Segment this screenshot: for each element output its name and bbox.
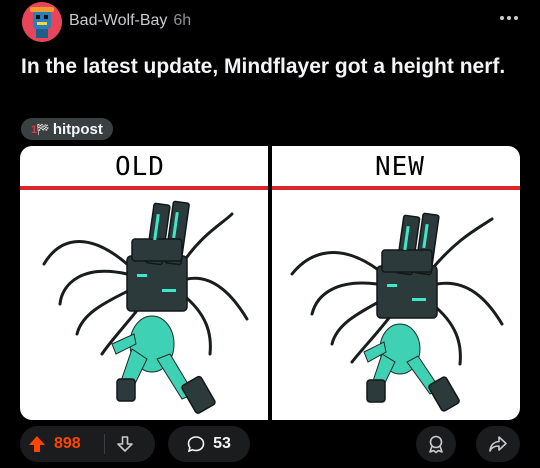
comments-button[interactable]: 53 [168, 426, 250, 462]
post-title[interactable]: In the latest update, Mindflayer got a h… [21, 52, 521, 81]
avatar-icon [22, 2, 62, 42]
mindflayer-new-figure [290, 212, 504, 412]
post-flair[interactable]: 1🏁 hitpost [21, 118, 113, 140]
new-label: NEW [375, 152, 425, 182]
award-button[interactable] [416, 426, 456, 462]
downvote-button[interactable] [105, 426, 145, 462]
vote-score: 898 [54, 435, 81, 452]
username-link[interactable]: Bad-Wolf-Bay [69, 12, 167, 29]
old-label: OLD [115, 152, 165, 182]
flair-emoji: 1🏁 [31, 123, 50, 136]
post-age: 6h [173, 12, 192, 29]
more-options-button[interactable] [496, 8, 522, 28]
downvote-arrow-icon [117, 436, 133, 452]
upvote-arrow-icon [29, 436, 45, 452]
post-meta: Bad-Wolf-Bay 6h [69, 12, 191, 30]
panel-divider [268, 146, 272, 420]
mindflayer-old-figure [42, 200, 249, 414]
comment-count: 53 [213, 435, 231, 452]
user-avatar[interactable] [22, 2, 62, 42]
post-action-bar: 898 53 [20, 426, 520, 462]
more-dot [507, 16, 511, 20]
flair-label: hitpost [52, 120, 103, 138]
share-arrow-icon [489, 436, 507, 452]
vote-controls: 898 [20, 426, 155, 462]
more-dots-icon [500, 16, 504, 20]
post-header: Bad-Wolf-Bay 6h [14, 0, 530, 42]
award-icon [429, 435, 443, 454]
upvote-button[interactable] [20, 426, 54, 462]
post-image[interactable]: OLD NEW [20, 146, 520, 420]
comment-bubble-icon [187, 436, 205, 453]
share-button[interactable] [476, 426, 520, 462]
more-dot [514, 16, 518, 20]
